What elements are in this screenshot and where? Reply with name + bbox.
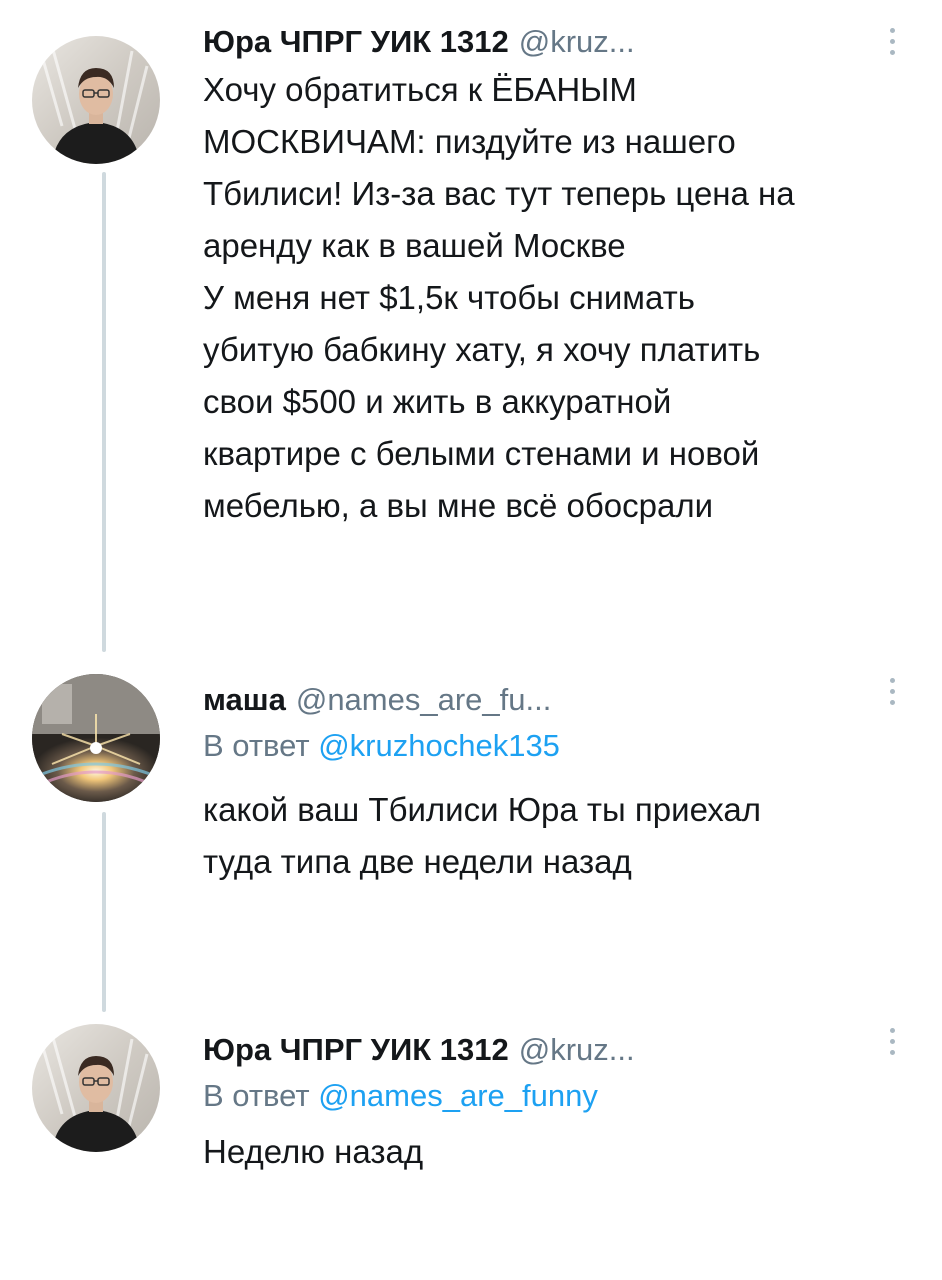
reply-mention-link[interactable]: @kruzhochek135 (318, 728, 560, 763)
more-options-icon[interactable] (888, 678, 896, 705)
display-name[interactable]: маша (203, 680, 286, 720)
display-name[interactable]: Юра ЧПРГ УИК 1312 (203, 22, 509, 62)
reply-context: В ответ @kruzhochek135 (203, 726, 912, 766)
reply-prefix: В ответ (203, 728, 310, 763)
tweet-header: маша @names_are_fu... (203, 680, 912, 720)
reply-context: В ответ @names_are_funny (203, 1076, 912, 1116)
username[interactable]: @names_are_fu... (296, 680, 552, 720)
more-options-icon[interactable] (888, 1028, 896, 1055)
more-options-icon[interactable] (888, 28, 896, 55)
reply-prefix: В ответ (203, 1078, 310, 1113)
display-name[interactable]: Юра ЧПРГ УИК 1312 (203, 1030, 509, 1070)
username[interactable]: @kruz... (519, 22, 635, 62)
tweet-header: Юра ЧПРГ УИК 1312 @kruz... (203, 1030, 912, 1070)
tweet-header: Юра ЧПРГ УИК 1312 @kruz... (203, 22, 912, 62)
tweet-text: какой ваш Тбилиси Юра ты приехал туда ти… (203, 791, 761, 880)
avatar[interactable] (32, 1024, 160, 1152)
avatar[interactable] (32, 36, 160, 164)
avatar[interactable] (32, 674, 160, 802)
tweet-text: Хочу обратиться к ЁБАНЫМ МОСКВИЧАМ: пизд… (203, 71, 795, 524)
thread-line (102, 812, 106, 1012)
tweet-text: Неделю назад (203, 1133, 424, 1170)
thread-line (102, 172, 106, 652)
username[interactable]: @kruz... (519, 1030, 635, 1070)
reply-mention-link[interactable]: @names_are_funny (318, 1078, 598, 1113)
